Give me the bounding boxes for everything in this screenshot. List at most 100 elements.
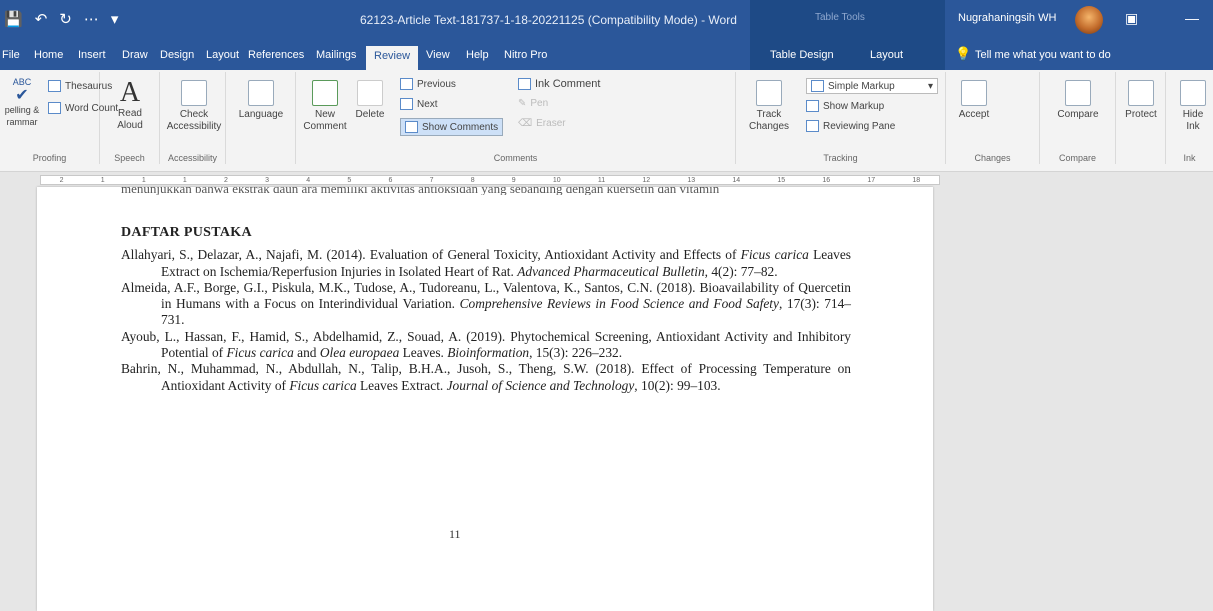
document-page[interactable]: menunjukkan bahwa ekstrak daun ara memil… [37, 187, 933, 611]
ink-comment-icon [518, 78, 531, 90]
previous-label: Previous [417, 78, 456, 90]
tab-design[interactable]: Design [160, 49, 194, 61]
read-aloud-button[interactable]: A Read Aloud [110, 78, 150, 132]
pen-button: ✎ Pen [518, 98, 548, 109]
tab-review[interactable]: Review [366, 46, 419, 70]
tab-references[interactable]: References [248, 49, 304, 61]
delete-comment-button[interactable]: Delete [352, 80, 388, 121]
show-comments-icon [405, 121, 418, 133]
lightbulb-icon: 💡 [955, 46, 972, 61]
read-aloud-icon: A [119, 77, 141, 108]
accessibility-icon [181, 80, 207, 106]
table-tools-header: Table Tools [750, 0, 945, 40]
tell-me-search[interactable]: Tell me what you want to do [975, 49, 1111, 61]
ruler-tick-label: 5 [347, 176, 352, 184]
spelling-grammar-button[interactable]: ABC ✔ pelling & rammar [4, 76, 40, 128]
reviewing-pane-icon [806, 120, 819, 132]
reviewing-pane-button[interactable]: Reviewing Pane [806, 120, 895, 132]
track-changes-button[interactable]: Track Changes [744, 80, 794, 133]
ruler-tick-label: 1 [141, 176, 146, 184]
reference-entry: Almeida, A.F., Borge, G.I., Piskula, M.K… [121, 279, 851, 328]
ruler-tick-label: 11 [597, 176, 606, 184]
tab-mailings[interactable]: Mailings [316, 49, 356, 61]
proofing-group-label: Proofing [32, 153, 67, 163]
reference-entry: Allahyari, S., Delazar, A., Najafi, M. (… [121, 247, 852, 279]
avatar[interactable] [1075, 6, 1103, 34]
document-body[interactable]: DAFTAR PUSTAKA Allahyari, S., Delazar, A… [121, 225, 851, 394]
new-comment-icon [312, 80, 338, 106]
more-icon[interactable]: ⋯ [84, 10, 99, 28]
group-protect: Protect [1116, 72, 1166, 164]
undo-icon[interactable]: ↶ [35, 10, 48, 28]
ruler-tick-label: 2 [59, 176, 64, 184]
ribbon-review: ABC ✔ pelling & rammar Thesaurus Word Co… [0, 70, 1213, 172]
accept-label: Accept [958, 109, 990, 120]
ruler-tick-label: 13 [687, 176, 696, 184]
tab-insert[interactable]: Insert [78, 49, 106, 61]
window-title: 62123-Article Text-181737-1-18-20221125 … [360, 13, 737, 27]
check-accessibility-label: Check Accessibility [166, 109, 222, 132]
new-comment-label: New Comment [303, 109, 347, 132]
changes-group-label: Changes [974, 153, 1011, 163]
chevron-down-icon: ▾ [927, 80, 933, 92]
hide-ink-button[interactable]: Hide Ink [1176, 80, 1210, 133]
show-comments-button[interactable]: Show Comments [400, 118, 504, 136]
next-icon [400, 98, 413, 110]
tab-nitro-pro[interactable]: Nitro Pro [504, 49, 547, 61]
ruler-tick-label: 8 [470, 176, 475, 184]
tab-table-layout[interactable]: Layout [870, 49, 903, 61]
language-button[interactable]: Language [236, 80, 286, 121]
save-icon[interactable]: 💾 [4, 10, 23, 28]
compare-icon [1065, 80, 1091, 106]
horizontal-ruler[interactable]: 2 1 1 1 2 3 4 5 6 7 8 9 10 11 12 13 14 15 16 17 18 [0, 173, 1213, 187]
minimize-icon[interactable]: — [1185, 10, 1199, 26]
tab-file[interactable]: File [2, 49, 20, 61]
tab-draw[interactable]: Draw [122, 49, 148, 61]
track-changes-icon [756, 80, 782, 106]
group-changes: Accept Changes [946, 72, 1040, 164]
previous-comment-button[interactable]: Previous [400, 78, 456, 90]
tab-help[interactable]: Help [466, 49, 489, 61]
show-markup-button[interactable]: Show Markup [806, 100, 884, 112]
group-accessibility: Check Accessibility Accessibility [160, 72, 226, 164]
tab-table-design[interactable]: Table Design [770, 49, 834, 61]
eraser-icon: ⌫ [518, 118, 533, 129]
accept-button[interactable]: Accept [954, 80, 994, 121]
compare-button[interactable]: Compare [1050, 80, 1106, 121]
ruler-tick-label: 18 [912, 176, 921, 184]
cut-off-text: menunjukkan bahwa ekstrak daun ara memil… [121, 187, 720, 195]
check-accessibility-button[interactable]: Check Accessibility [166, 80, 222, 133]
pen-label: Pen [530, 98, 549, 109]
ruler-tick-label: 7 [429, 176, 434, 184]
redo-icon[interactable]: ↻ [59, 10, 72, 28]
show-comments-label: Show Comments [422, 121, 499, 133]
spelling-grammar-label: pelling & rammar [4, 105, 40, 127]
ruler-tick-label: 14 [732, 176, 741, 184]
ribbon-display-icon[interactable]: ▣ [1125, 10, 1138, 27]
group-proofing: ABC ✔ pelling & rammar Thesaurus Word Co… [0, 72, 118, 164]
user-name[interactable]: Nugrahaningsih WH [958, 12, 1056, 24]
protect-button[interactable]: Protect [1120, 80, 1162, 121]
read-aloud-label: Read Aloud [117, 108, 143, 131]
tab-home[interactable]: Home [34, 49, 63, 61]
hide-ink-icon [1180, 80, 1206, 106]
ink-comment-button[interactable]: Ink Comment [518, 78, 600, 90]
tab-view[interactable]: View [426, 49, 450, 61]
new-comment-button[interactable]: New Comment [302, 80, 348, 133]
tab-layout[interactable]: Layout [206, 49, 239, 61]
markup-dropdown[interactable]: Simple Markup ▾ [806, 78, 938, 94]
customize-qat-icon[interactable]: ▾ [111, 10, 119, 28]
title-bar: 💾 ↶ ↻ ⋯ ▾ 62123-Article Text-181737-1-18… [0, 0, 1213, 40]
ruler-tick-label: 17 [867, 176, 876, 184]
language-label: Language [238, 109, 284, 120]
compare-group-label: Compare [1058, 153, 1096, 163]
reference-entry: Bahrin, N., Muhammad, N., Abdullah, N., … [121, 361, 851, 393]
ruler-tick-label: 9 [511, 176, 516, 184]
ruler-tick-label: 4 [306, 176, 311, 184]
group-tracking: Track Changes Simple Markup ▾ Show Markup… [736, 72, 946, 164]
previous-icon [400, 78, 413, 90]
next-comment-button[interactable]: Next [400, 98, 438, 110]
markup-icon [811, 80, 824, 92]
references-heading: DAFTAR PUSTAKA [121, 225, 252, 240]
ribbon-tabs: File Home Insert Draw Design Layout Refe… [0, 40, 1213, 70]
